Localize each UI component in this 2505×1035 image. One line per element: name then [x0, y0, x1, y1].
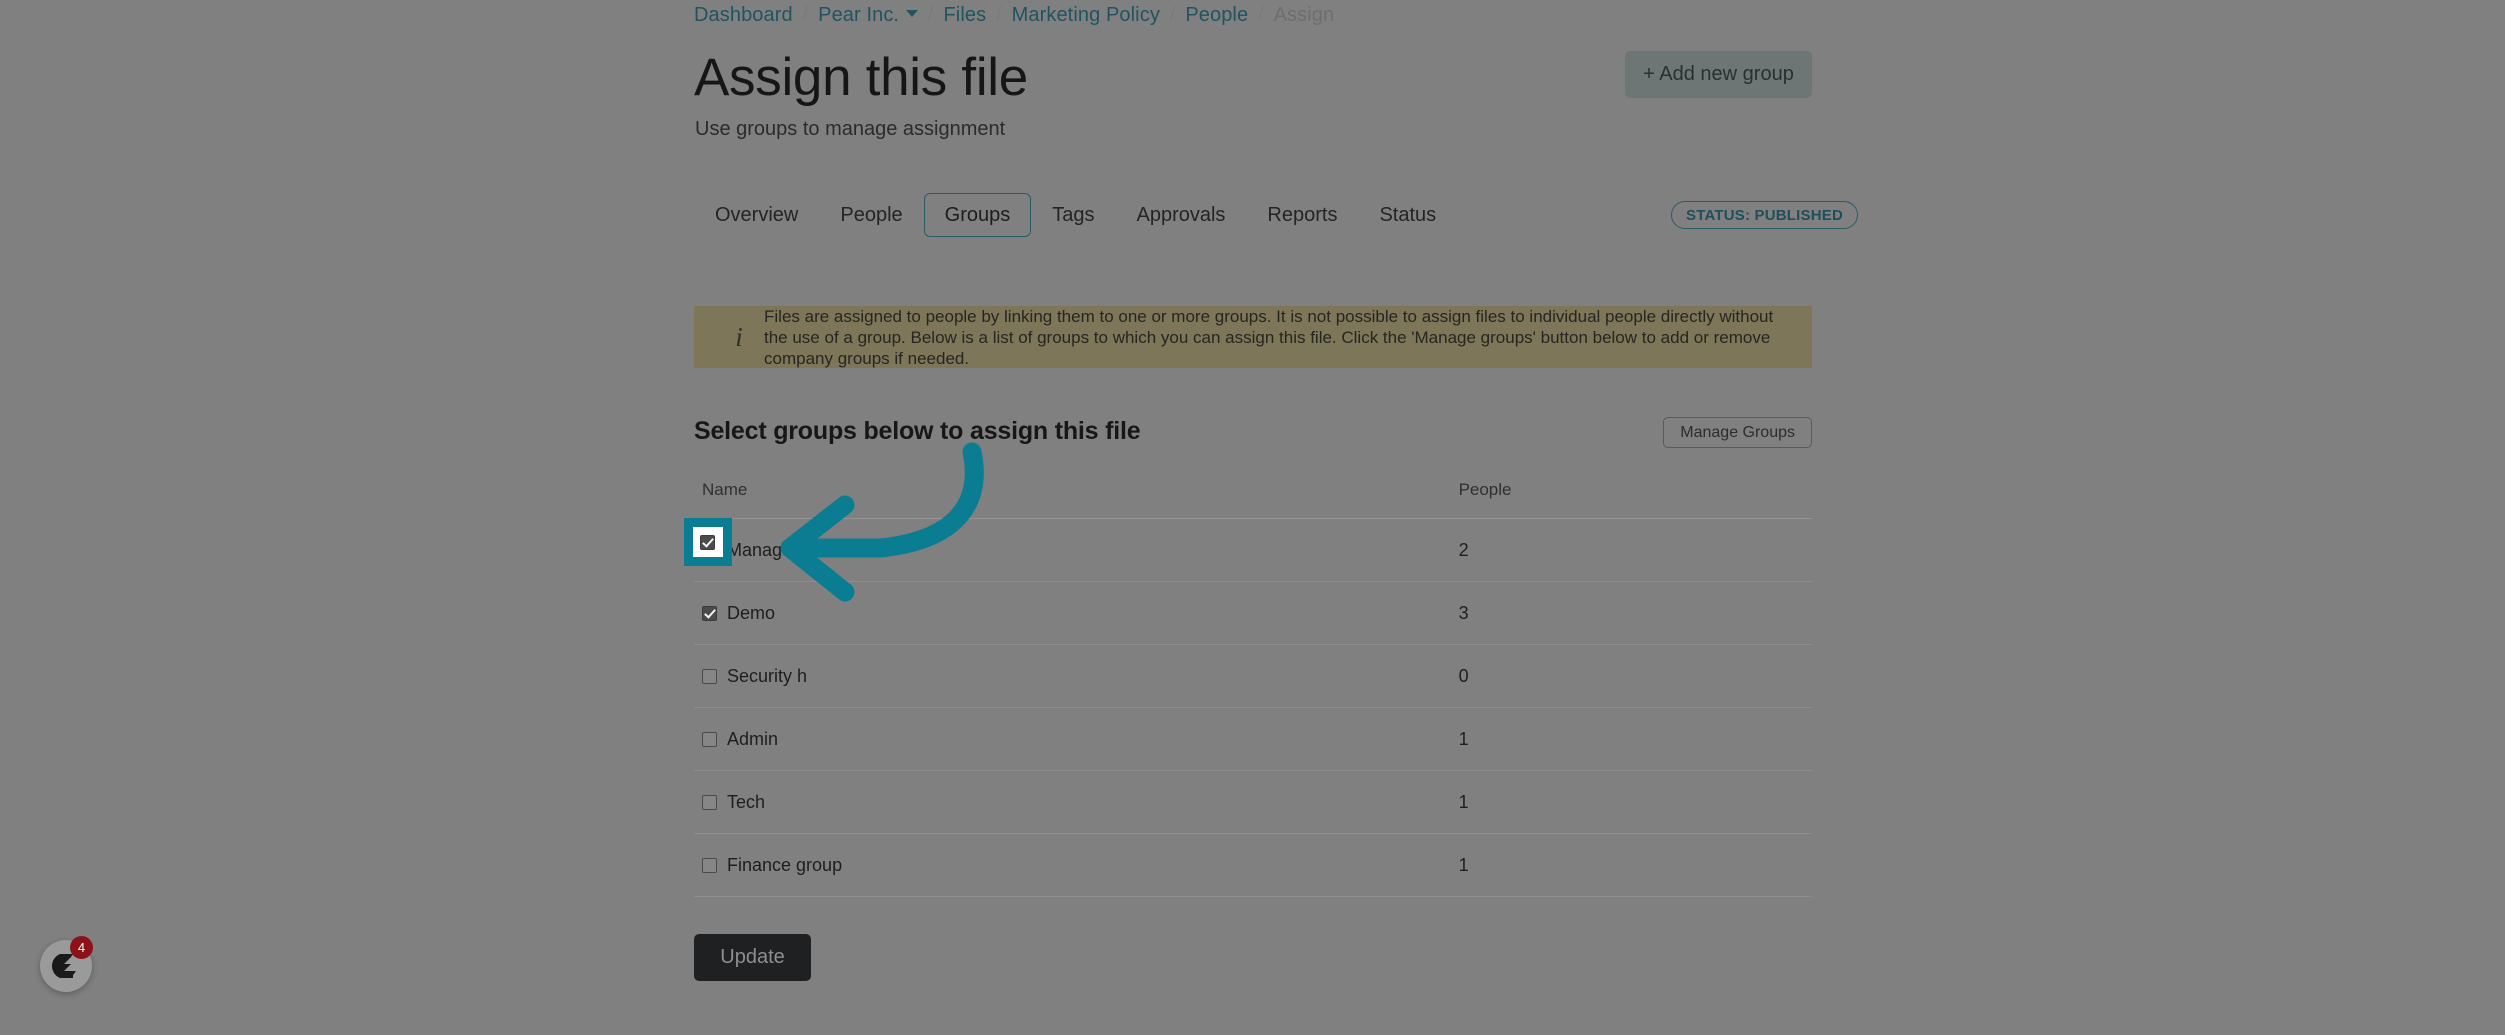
group-name-label: Tech — [727, 791, 766, 812]
chevron-down-icon[interactable] — [906, 9, 919, 17]
group-name-label: Management — [727, 539, 833, 560]
tab-bar: Overview People Groups Tags Approvals Re… — [694, 193, 1457, 237]
page-root: Dashboard / Pear Inc. / Files / Marketin… — [0, 0, 2505, 1030]
section-header: Select groups below to assign this file … — [694, 417, 1812, 453]
tab-tags[interactable]: Tags — [1031, 193, 1115, 237]
breadcrumb: Dashboard / Pear Inc. / Files / Marketin… — [694, 0, 1334, 30]
groups-table: Name People Management 2 Demo 3 Security… — [694, 480, 1812, 897]
group-people-count: 1 — [1458, 791, 1469, 812]
page-subtitle: Use groups to manage assignment — [695, 118, 1006, 140]
tab-reports[interactable]: Reports — [1246, 193, 1358, 237]
group-name-label: Security h — [727, 665, 808, 686]
breadcrumb-separator: / — [802, 4, 809, 25]
group-name-label: Admin — [727, 728, 779, 749]
chat-unread-badge: 4 — [70, 936, 93, 959]
group-people-count: 3 — [1458, 602, 1469, 623]
table-row[interactable]: Admin 1 — [694, 707, 1812, 771]
table-row[interactable]: Security h 0 — [694, 644, 1812, 708]
manage-groups-button[interactable]: Manage Groups — [1663, 417, 1812, 448]
status-badge: STATUS: PUBLISHED — [1671, 201, 1859, 229]
table-row[interactable]: Finance group 1 — [694, 833, 1812, 897]
table-row[interactable]: Tech 1 — [694, 770, 1812, 834]
info-banner: i Files are assigned to people by linkin… — [694, 306, 1812, 368]
info-icon: i — [735, 321, 743, 352]
table-body: Management 2 Demo 3 Security h 0 Admin 1… — [694, 518, 1812, 897]
group-people-count: 1 — [1458, 854, 1469, 875]
breadcrumb-item-marketing-policy[interactable]: Marketing Policy — [1012, 4, 1160, 27]
tab-approvals[interactable]: Approvals — [1115, 193, 1246, 237]
breadcrumb-separator: / — [928, 4, 934, 25]
breadcrumb-item-dashboard[interactable]: Dashboard — [694, 4, 793, 27]
tab-overview[interactable]: Overview — [694, 193, 819, 237]
table-row[interactable]: Demo 3 — [694, 581, 1812, 645]
tab-groups[interactable]: Groups — [923, 193, 1032, 237]
group-checkbox-demo[interactable] — [702, 605, 717, 621]
update-button[interactable]: Update — [694, 934, 811, 981]
breadcrumb-separator: / — [1169, 4, 1176, 25]
table-row[interactable]: Management 2 — [694, 518, 1812, 582]
tab-status[interactable]: Status — [1358, 193, 1457, 237]
group-checkbox-security-h[interactable] — [702, 668, 717, 684]
group-checkbox-finance-group[interactable] — [702, 857, 717, 873]
table-header-row: Name People — [694, 480, 1812, 519]
group-checkbox-tech[interactable] — [702, 794, 717, 810]
add-new-group-button[interactable]: + Add new group — [1625, 51, 1812, 98]
tab-people[interactable]: People — [819, 193, 923, 237]
breadcrumb-item-files[interactable]: Files — [943, 4, 986, 27]
page-title: Assign this file — [694, 48, 1028, 107]
section-title: Select groups below to assign this file — [694, 417, 1141, 445]
breadcrumb-item-assign: Assign — [1273, 3, 1335, 26]
group-name-label: Demo — [727, 602, 776, 623]
group-people-count: 1 — [1458, 728, 1469, 749]
column-header-name: Name — [694, 480, 1453, 519]
column-header-people: People — [1452, 480, 1812, 519]
group-people-count: 0 — [1458, 665, 1469, 686]
group-name-label: Finance group — [727, 854, 843, 875]
breadcrumb-separator: / — [996, 4, 1002, 25]
group-people-count: 2 — [1458, 539, 1469, 560]
breadcrumb-separator: / — [1258, 4, 1264, 25]
breadcrumb-item-company[interactable]: Pear Inc. — [818, 4, 899, 27]
table-header: Name People — [694, 480, 1812, 519]
info-banner-text: Files are assigned to people by linking … — [764, 306, 1774, 368]
breadcrumb-item-people[interactable]: People — [1185, 4, 1248, 27]
group-checkbox-admin[interactable] — [702, 731, 717, 747]
group-checkbox-management[interactable] — [702, 542, 717, 558]
